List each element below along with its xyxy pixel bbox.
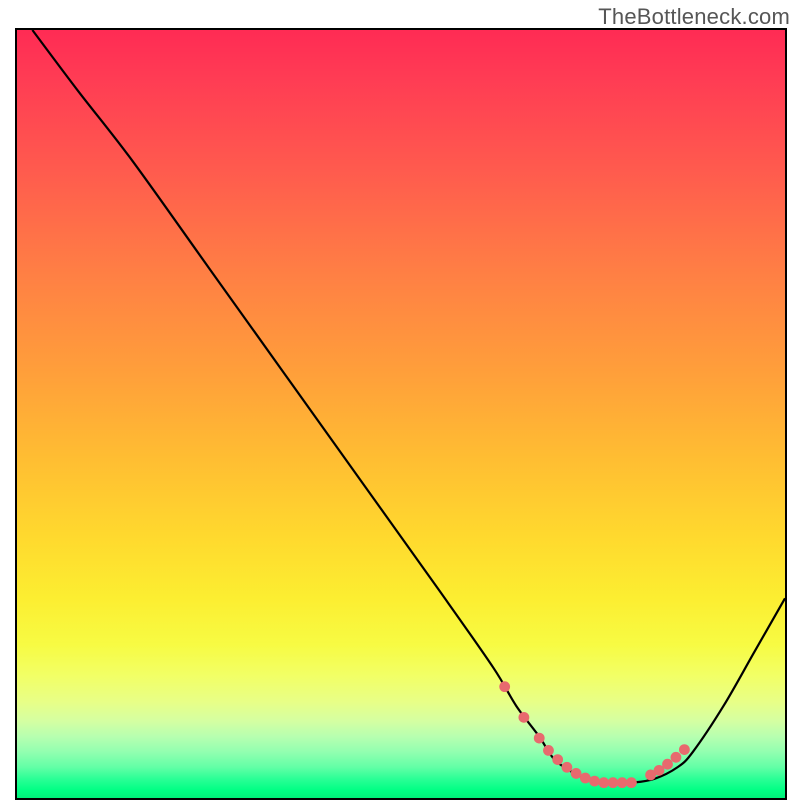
optimal-dot <box>534 733 545 744</box>
chart-area <box>15 28 787 800</box>
optimal-dot <box>561 762 572 773</box>
optimal-dot <box>543 745 554 756</box>
optimal-dot <box>580 773 591 784</box>
optimal-dot <box>571 768 582 779</box>
optimal-dot <box>499 681 510 692</box>
optimal-dot <box>679 744 690 755</box>
bottleneck-curve <box>17 30 785 798</box>
optimal-dot <box>589 776 600 787</box>
optimal-dot <box>518 712 529 723</box>
optimal-dot <box>552 754 563 765</box>
optimal-dot <box>598 777 609 788</box>
curve-path <box>32 30 785 783</box>
attribution-text: TheBottleneck.com <box>598 4 790 30</box>
optimal-zone-dots <box>499 681 690 788</box>
optimal-dot <box>608 777 619 788</box>
optimal-dot <box>662 759 673 770</box>
optimal-dot <box>671 752 682 763</box>
optimal-dot <box>626 777 637 788</box>
optimal-dot <box>617 777 628 788</box>
